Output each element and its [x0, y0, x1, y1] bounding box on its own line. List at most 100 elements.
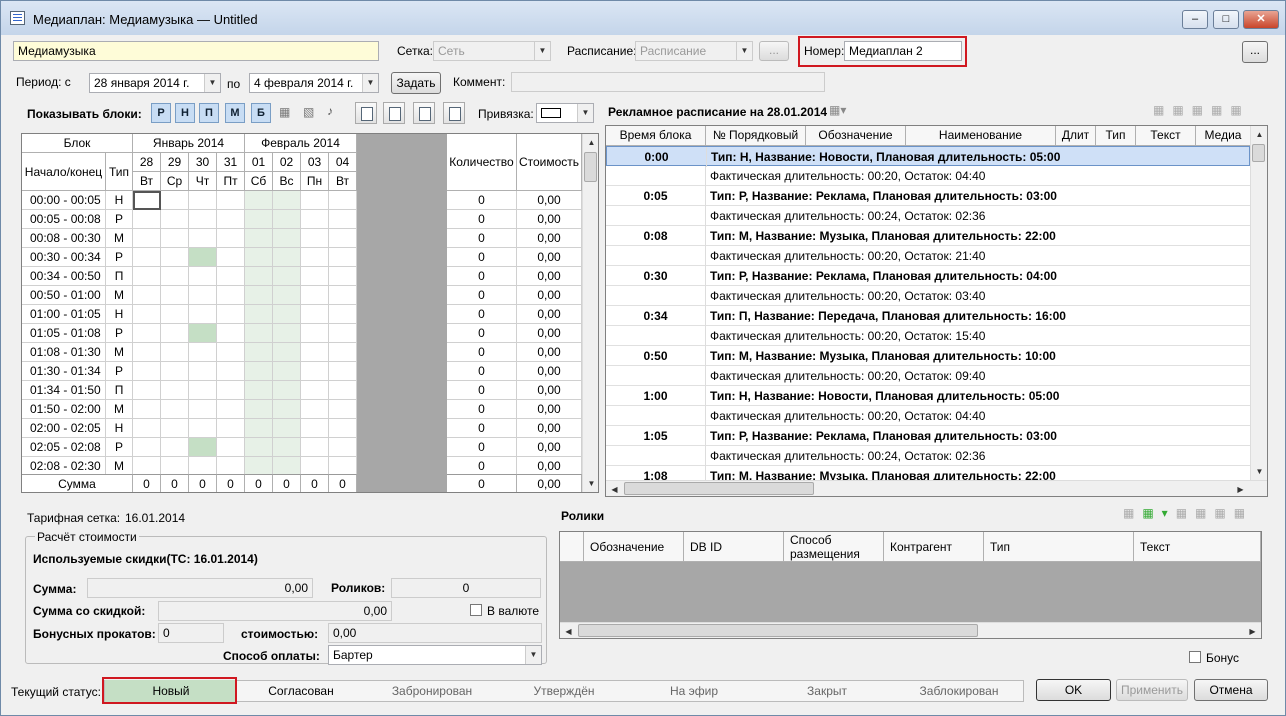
- day-cell[interactable]: [245, 324, 273, 343]
- schedule-horizontal-scrollbar[interactable]: ◀ ▶: [606, 480, 1267, 496]
- period-from-date[interactable]: 28 января 2014 г. ▼: [89, 73, 221, 93]
- period-to-date[interactable]: 4 февраля 2014 г. ▼: [249, 73, 379, 93]
- day-cell[interactable]: [245, 191, 273, 210]
- day-cell[interactable]: [133, 419, 161, 438]
- day-cell[interactable]: [301, 343, 329, 362]
- schedule-block-row[interactable]: 0:08 Тип: М, Название: Музыка, Плановая д…: [606, 226, 1250, 246]
- day-cell[interactable]: [217, 419, 245, 438]
- schedule-block-row[interactable]: 1:00 Тип: Н, Название: Новости, Плановая …: [606, 386, 1250, 406]
- add-clip-icon[interactable]: ▦▾: [1142, 506, 1175, 520]
- ok-button[interactable]: OK: [1036, 679, 1111, 701]
- day-cell[interactable]: [273, 362, 301, 381]
- day-cell[interactable]: [301, 381, 329, 400]
- day-cell[interactable]: [133, 381, 161, 400]
- status-on-air[interactable]: На эфир: [629, 680, 759, 702]
- clips-col-header[interactable]: Обозначение: [584, 532, 684, 562]
- day-cell[interactable]: [133, 305, 161, 324]
- schedule-block-row[interactable]: 0:05 Тип: Р, Название: Реклама, Плановая …: [606, 186, 1250, 206]
- day-cell[interactable]: [133, 267, 161, 286]
- day-cell[interactable]: [189, 210, 217, 229]
- day-cell[interactable]: [301, 229, 329, 248]
- day-cell[interactable]: [189, 191, 217, 210]
- day-cell[interactable]: [329, 343, 357, 362]
- day-cell[interactable]: [133, 191, 161, 210]
- day-cell[interactable]: [217, 229, 245, 248]
- scroll-up-icon[interactable]: ▲: [1251, 126, 1267, 143]
- schedule-block-subrow[interactable]: Фактическая длительность: 00:20, Остаток…: [606, 406, 1250, 426]
- day-cell[interactable]: [217, 324, 245, 343]
- day-cell[interactable]: [273, 381, 301, 400]
- day-cell[interactable]: [329, 267, 357, 286]
- schedule-block-subrow[interactable]: Фактическая длительность: 00:20, Остаток…: [606, 326, 1250, 346]
- day-cell[interactable]: [301, 267, 329, 286]
- day-cell[interactable]: [273, 400, 301, 419]
- day-cell[interactable]: [301, 305, 329, 324]
- scroll-down-icon[interactable]: ▼: [1251, 463, 1267, 480]
- day-cell[interactable]: [301, 210, 329, 229]
- apply-button[interactable]: Применить: [1116, 679, 1188, 701]
- day-cell[interactable]: [217, 248, 245, 267]
- day-cell[interactable]: [329, 191, 357, 210]
- day-cell[interactable]: [161, 438, 189, 457]
- block-toggle-n[interactable]: Н: [175, 103, 195, 123]
- scroll-thumb[interactable]: [578, 624, 978, 637]
- day-cell[interactable]: [189, 229, 217, 248]
- check-list-icon[interactable]: [443, 102, 465, 124]
- schedule-block-subrow[interactable]: Фактическая длительность: 00:20, Остаток…: [606, 166, 1250, 186]
- scroll-left-icon[interactable]: ◀: [560, 623, 577, 638]
- day-cell[interactable]: [273, 267, 301, 286]
- currency-checkbox[interactable]: [470, 604, 482, 616]
- day-cell[interactable]: [245, 248, 273, 267]
- day-cell[interactable]: [245, 400, 273, 419]
- day-cell[interactable]: [301, 362, 329, 381]
- day-cell[interactable]: [273, 419, 301, 438]
- day-cell[interactable]: [133, 400, 161, 419]
- schedule-block-row[interactable]: 0:30 Тип: Р, Название: Реклама, Плановая …: [606, 266, 1250, 286]
- day-cell[interactable]: [161, 381, 189, 400]
- day-cell[interactable]: [217, 438, 245, 457]
- schedule-browse-button[interactable]: ...: [759, 41, 789, 61]
- block-toggle-p[interactable]: П: [199, 103, 219, 123]
- day-cell[interactable]: [217, 210, 245, 229]
- more-button[interactable]: ...: [1242, 41, 1268, 63]
- day-cell[interactable]: [329, 286, 357, 305]
- schedule-col-header[interactable]: Медиа: [1196, 126, 1251, 146]
- day-cell[interactable]: [273, 305, 301, 324]
- grid-select[interactable]: Сеть ▼: [433, 41, 551, 61]
- day-cell[interactable]: [245, 305, 273, 324]
- microphone-icon[interactable]: ♪: [327, 104, 333, 118]
- day-cell[interactable]: [189, 248, 217, 267]
- scroll-right-icon[interactable]: ▶: [1244, 623, 1261, 638]
- block-toggle-b[interactable]: Б: [251, 103, 271, 123]
- status-booked[interactable]: Забронирован: [365, 680, 499, 702]
- day-cell[interactable]: [329, 229, 357, 248]
- day-cell[interactable]: [329, 305, 357, 324]
- calendar-dropdown-icon[interactable]: ▼: [204, 74, 220, 92]
- schedule-col-header[interactable]: № Порядковый: [706, 126, 806, 146]
- day-cell[interactable]: [217, 305, 245, 324]
- day-cell[interactable]: [245, 438, 273, 457]
- scroll-up-icon[interactable]: ▲: [583, 134, 598, 151]
- schedule-col-header[interactable]: Наименование: [906, 126, 1056, 146]
- day-cell[interactable]: [161, 400, 189, 419]
- day-cell[interactable]: [189, 305, 217, 324]
- user-list-icon[interactable]: [383, 102, 405, 124]
- mediaplan-name-input[interactable]: Медиамузыка: [13, 41, 379, 61]
- maximize-button[interactable]: □: [1213, 10, 1239, 29]
- day-cell[interactable]: [329, 362, 357, 381]
- schedule-settings-icon[interactable]: ▦▾: [829, 103, 846, 117]
- clips-col-header[interactable]: DB ID: [684, 532, 784, 562]
- payment-select[interactable]: Бартер ▼: [328, 645, 542, 665]
- clips-horizontal-scrollbar[interactable]: ◀ ▶: [560, 622, 1261, 638]
- day-cell[interactable]: [245, 286, 273, 305]
- comment-input[interactable]: [511, 72, 825, 92]
- day-cell[interactable]: [161, 191, 189, 210]
- scroll-thumb[interactable]: [624, 482, 814, 495]
- day-cell[interactable]: [217, 191, 245, 210]
- status-approved[interactable]: Утверждён: [499, 680, 629, 702]
- day-cell[interactable]: [189, 419, 217, 438]
- day-cell[interactable]: [329, 324, 357, 343]
- day-cell[interactable]: [161, 419, 189, 438]
- day-cell[interactable]: [301, 419, 329, 438]
- day-cell[interactable]: [189, 381, 217, 400]
